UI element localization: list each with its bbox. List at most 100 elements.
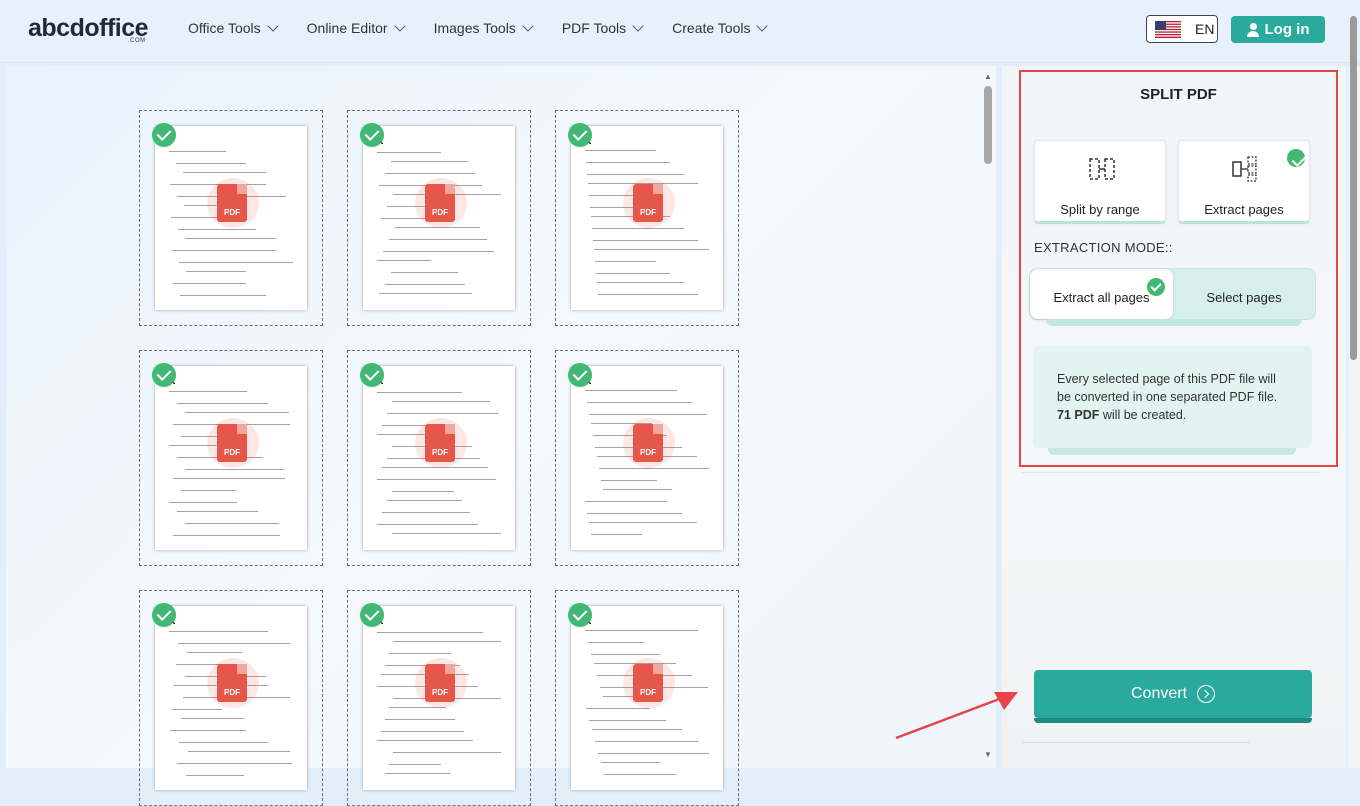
page-preview: XPDF (571, 126, 723, 310)
pdf-icon-label: PDF (640, 688, 656, 697)
document-text-line (377, 632, 483, 633)
page-preview: XPDF (363, 606, 515, 790)
pdf-icon-label: PDF (432, 688, 448, 697)
document-text-line (392, 401, 490, 402)
document-text-line (180, 295, 266, 296)
document-text-line (377, 392, 462, 393)
document-text-line (181, 718, 244, 719)
page-thumbnail[interactable]: XPDF (555, 350, 739, 566)
pdf-file-icon: PDF (217, 664, 247, 702)
nav-pdf-tools[interactable]: PDF Tools (561, 20, 644, 36)
chevron-down-icon (393, 20, 406, 32)
document-text-line (172, 709, 222, 710)
selected-check-icon[interactable] (152, 603, 176, 627)
pdf-file-icon: PDF (425, 424, 455, 462)
selected-check-icon[interactable] (568, 123, 592, 147)
document-text-line (185, 469, 284, 470)
pdf-icon-fold (445, 664, 455, 674)
page-scrollbar[interactable] (1350, 16, 1357, 360)
document-text-line (594, 249, 709, 250)
document-text-line (179, 262, 293, 263)
scroll-down-arrow-icon[interactable]: ▼ (984, 750, 992, 759)
document-text-line (585, 501, 667, 502)
document-text-line (385, 773, 450, 774)
page-thumbnail[interactable]: XPDF (347, 110, 531, 326)
page-preview: XPDF (155, 606, 307, 790)
pdf-icon-fold (445, 184, 455, 194)
document-text-line (592, 228, 684, 229)
document-text-line (599, 468, 709, 469)
page-thumbnail[interactable]: XPDF (139, 590, 323, 806)
document-text-line (392, 491, 454, 492)
top-header: abcdoffice .COM Office Tools Online Edit… (0, 0, 1360, 63)
convert-button[interactable]: Convert (1034, 670, 1312, 718)
document-text-line (587, 513, 682, 514)
document-text-line (588, 642, 644, 643)
document-text-line (177, 511, 258, 512)
page-thumbnail[interactable]: XPDF (347, 350, 531, 566)
chevron-down-icon (522, 20, 534, 32)
document-text-line (185, 238, 276, 239)
chevron-down-icon (632, 20, 644, 32)
convert-shadow (1034, 718, 1312, 723)
nav-online-editor[interactable]: Online Editor (306, 20, 406, 36)
document-text-line (381, 731, 464, 732)
document-text-line (589, 720, 666, 721)
pdf-icon-label: PDF (640, 208, 656, 217)
document-text-line (185, 412, 289, 413)
pdf-icon-fold (237, 184, 247, 194)
selected-check-icon[interactable] (152, 123, 176, 147)
selected-check-icon[interactable] (360, 123, 384, 147)
language-code: EN (1195, 21, 1215, 37)
main-nav: Office Tools Online Editor Images Tools … (188, 20, 769, 36)
document-text-line (169, 151, 226, 152)
pdf-icon-fold (653, 184, 663, 194)
document-text-line (377, 524, 478, 525)
document-text-line (595, 261, 656, 262)
document-text-line (589, 414, 707, 415)
document-text-line (389, 239, 487, 240)
nav-label: Images Tools (433, 20, 516, 36)
scroll-up-arrow-icon[interactable]: ▲ (984, 72, 992, 81)
pdf-file-icon: PDF (217, 184, 247, 222)
nav-label: Online Editor (306, 20, 388, 36)
document-text-line (179, 742, 268, 743)
selected-check-icon[interactable] (360, 363, 384, 387)
document-text-line (393, 641, 501, 642)
login-button[interactable]: Log in (1231, 16, 1325, 43)
selected-check-icon[interactable] (568, 603, 592, 627)
document-text-line (385, 719, 455, 720)
language-selector[interactable]: EN (1146, 15, 1218, 43)
document-text-line (178, 643, 290, 644)
page-thumbnail[interactable]: XPDF (555, 590, 739, 806)
nav-label: PDF Tools (561, 20, 627, 36)
document-text-line (187, 652, 242, 653)
selected-check-icon[interactable] (152, 363, 176, 387)
document-text-line (587, 402, 692, 403)
selected-check-icon[interactable] (360, 603, 384, 627)
nav-create-tools[interactable]: Create Tools (672, 20, 769, 36)
nav-images-tools[interactable]: Images Tools (433, 20, 534, 36)
document-text-line (176, 163, 246, 164)
selected-check-icon (1287, 149, 1305, 167)
document-text-line (387, 500, 462, 501)
document-text-line (177, 403, 268, 404)
thumbnail-scrollbar[interactable] (984, 86, 992, 164)
page-thumbnail[interactable]: XPDF (555, 110, 739, 326)
pdf-icon-fold (237, 664, 247, 674)
login-label: Log in (1264, 21, 1310, 38)
document-text-line (379, 293, 472, 294)
document-text-line (383, 251, 494, 252)
document-text-line (385, 284, 465, 285)
nav-office-tools[interactable]: Office Tools (188, 20, 279, 36)
document-text-line (186, 271, 246, 272)
pdf-file-icon: PDF (425, 664, 455, 702)
page-thumbnail[interactable]: XPDF (139, 350, 323, 566)
document-text-line (391, 161, 468, 162)
document-text-line (585, 390, 677, 391)
page-thumbnail[interactable]: XPDF (347, 590, 531, 806)
selected-check-icon[interactable] (568, 363, 592, 387)
document-text-line (387, 413, 498, 414)
page-thumbnail[interactable]: PDF (139, 110, 323, 326)
pdf-file-icon: PDF (633, 664, 663, 702)
